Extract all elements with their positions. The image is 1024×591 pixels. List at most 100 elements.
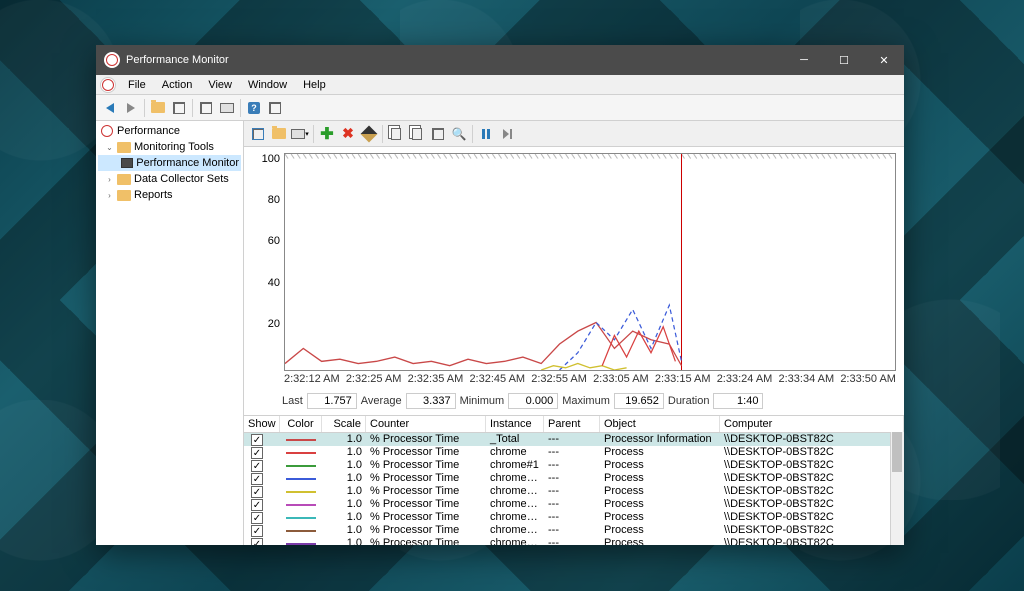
color-swatch [286, 491, 316, 493]
scale-cell: 1.0 [322, 498, 366, 511]
close-button[interactable]: ✕ [864, 45, 904, 75]
computer-cell: \\DESKTOP-0BST82C [720, 459, 904, 472]
menu-action[interactable]: Action [154, 77, 201, 93]
paste-button[interactable] [407, 124, 427, 144]
counter-row[interactable]: ✓1.0% Processor Timechrome#10---Process\… [244, 472, 904, 485]
tree-label: Monitoring Tools [134, 141, 214, 153]
delete-counter-button[interactable]: ✖ [338, 124, 358, 144]
last-label: Last [282, 395, 303, 407]
add-counter-button[interactable]: ✚ [317, 124, 337, 144]
tree-label: Performance [117, 125, 180, 137]
pencil-icon [361, 125, 378, 142]
tree-root-performance[interactable]: Performance [98, 123, 241, 139]
counter-row[interactable]: ✓1.0% Processor Timechrome#14---Process\… [244, 524, 904, 537]
show-checkbox[interactable]: ✓ [251, 434, 263, 446]
menu-view[interactable]: View [200, 77, 240, 93]
tile-button[interactable] [265, 98, 285, 118]
col-scale[interactable]: Scale [322, 416, 366, 432]
parent-cell: --- [544, 524, 600, 537]
counter-row[interactable]: ✓1.0% Processor Timechrome#13---Process\… [244, 511, 904, 524]
show-checkbox[interactable]: ✓ [251, 499, 263, 511]
expand-icon[interactable]: › [104, 174, 115, 185]
min-label: Minimum [460, 395, 505, 407]
computer-cell: \\DESKTOP-0BST82C [720, 433, 904, 446]
dur-label: Duration [668, 395, 710, 407]
new-window-button[interactable] [169, 98, 189, 118]
col-object[interactable]: Object [600, 416, 720, 432]
col-instance[interactable]: Instance [486, 416, 544, 432]
scrollbar-thumb[interactable] [892, 432, 902, 472]
avg-value: 3.337 [406, 393, 456, 409]
object-cell: Process [600, 524, 720, 537]
counter-row[interactable]: ✓1.0% Processor Timechrome#15---Process\… [244, 537, 904, 545]
show-checkbox[interactable]: ✓ [251, 538, 263, 545]
menu-window[interactable]: Window [240, 77, 295, 93]
instance-cell: chrome [486, 446, 544, 459]
instance-cell: _Total [486, 433, 544, 446]
tree-performance-monitor[interactable]: Performance Monitor [98, 155, 241, 171]
tree-data-collector-sets[interactable]: › Data Collector Sets [98, 171, 241, 187]
navigation-tree[interactable]: Performance ⌄ Monitoring Tools Performan… [96, 121, 244, 545]
copy-button[interactable] [386, 124, 406, 144]
show-checkbox[interactable]: ✓ [251, 460, 263, 472]
instance-cell: chrome#11 [486, 485, 544, 498]
scrollbar[interactable] [890, 432, 904, 545]
tree-label: Reports [134, 189, 173, 201]
show-checkbox[interactable]: ✓ [251, 473, 263, 485]
col-counter[interactable]: Counter [366, 416, 486, 432]
view-log-button[interactable] [269, 124, 289, 144]
col-computer[interactable]: Computer [720, 416, 904, 432]
props-button[interactable] [428, 124, 448, 144]
minimize-button[interactable]: ─ [784, 45, 824, 75]
color-swatch [286, 504, 316, 506]
col-show[interactable]: Show [244, 416, 280, 432]
tree-reports[interactable]: › Reports [98, 187, 241, 203]
show-checkbox[interactable]: ✓ [251, 486, 263, 498]
counter-list[interactable]: Show Color Scale Counter Instance Parent… [244, 415, 904, 545]
copy-icon [391, 128, 401, 140]
chart-canvas[interactable] [284, 153, 896, 371]
col-parent[interactable]: Parent [544, 416, 600, 432]
properties-button[interactable] [196, 98, 216, 118]
update-button[interactable] [497, 124, 517, 144]
app-icon [104, 52, 120, 68]
view-current-button[interactable] [248, 124, 268, 144]
counter-row[interactable]: ✓1.0% Processor Timechrome#11---Process\… [244, 485, 904, 498]
show-checkbox[interactable]: ✓ [251, 525, 263, 537]
highlight-button[interactable] [359, 124, 379, 144]
counter-row[interactable]: ✓1.0% Processor Timechrome---Process\\DE… [244, 446, 904, 459]
change-graph-button[interactable]: ▾ [290, 124, 310, 144]
y-axis: 10080604020 [252, 153, 284, 371]
counter-row[interactable]: ✓1.0% Processor Time_Total---Processor I… [244, 433, 904, 446]
help-button[interactable]: ? [244, 98, 264, 118]
tree-monitoring-tools[interactable]: ⌄ Monitoring Tools [98, 139, 241, 155]
menu-help[interactable]: Help [295, 77, 334, 93]
titlebar[interactable]: Performance Monitor ─ ☐ ✕ [96, 45, 904, 75]
counter-row[interactable]: ✓1.0% Processor Timechrome#1---Process\\… [244, 459, 904, 472]
computer-cell: \\DESKTOP-0BST82C [720, 485, 904, 498]
show-checkbox[interactable]: ✓ [251, 447, 263, 459]
counter-list-header[interactable]: Show Color Scale Counter Instance Parent… [244, 416, 904, 433]
last-value: 1.757 [307, 393, 357, 409]
show-checkbox[interactable]: ✓ [251, 512, 263, 524]
window-title: Performance Monitor [126, 54, 784, 66]
show-hide-tree-button[interactable] [148, 98, 168, 118]
zoom-button[interactable]: 🔍 [449, 124, 469, 144]
menu-file[interactable]: File [120, 77, 154, 93]
max-value: 19.652 [614, 393, 664, 409]
expand-icon[interactable]: ⌄ [104, 142, 115, 153]
back-button[interactable] [100, 98, 120, 118]
magnifier-icon: 🔍 [452, 127, 467, 141]
forward-button[interactable] [121, 98, 141, 118]
counter-row[interactable]: ✓1.0% Processor Timechrome#12---Process\… [244, 498, 904, 511]
expand-icon[interactable]: › [104, 190, 115, 201]
counter-cell: % Processor Time [366, 524, 486, 537]
col-color[interactable]: Color [280, 416, 322, 432]
tree-label: Data Collector Sets [134, 173, 229, 185]
export-button[interactable] [217, 98, 237, 118]
folder-icon [117, 174, 131, 185]
color-swatch [286, 517, 316, 519]
computer-cell: \\DESKTOP-0BST82C [720, 498, 904, 511]
maximize-button[interactable]: ☐ [824, 45, 864, 75]
freeze-button[interactable] [476, 124, 496, 144]
